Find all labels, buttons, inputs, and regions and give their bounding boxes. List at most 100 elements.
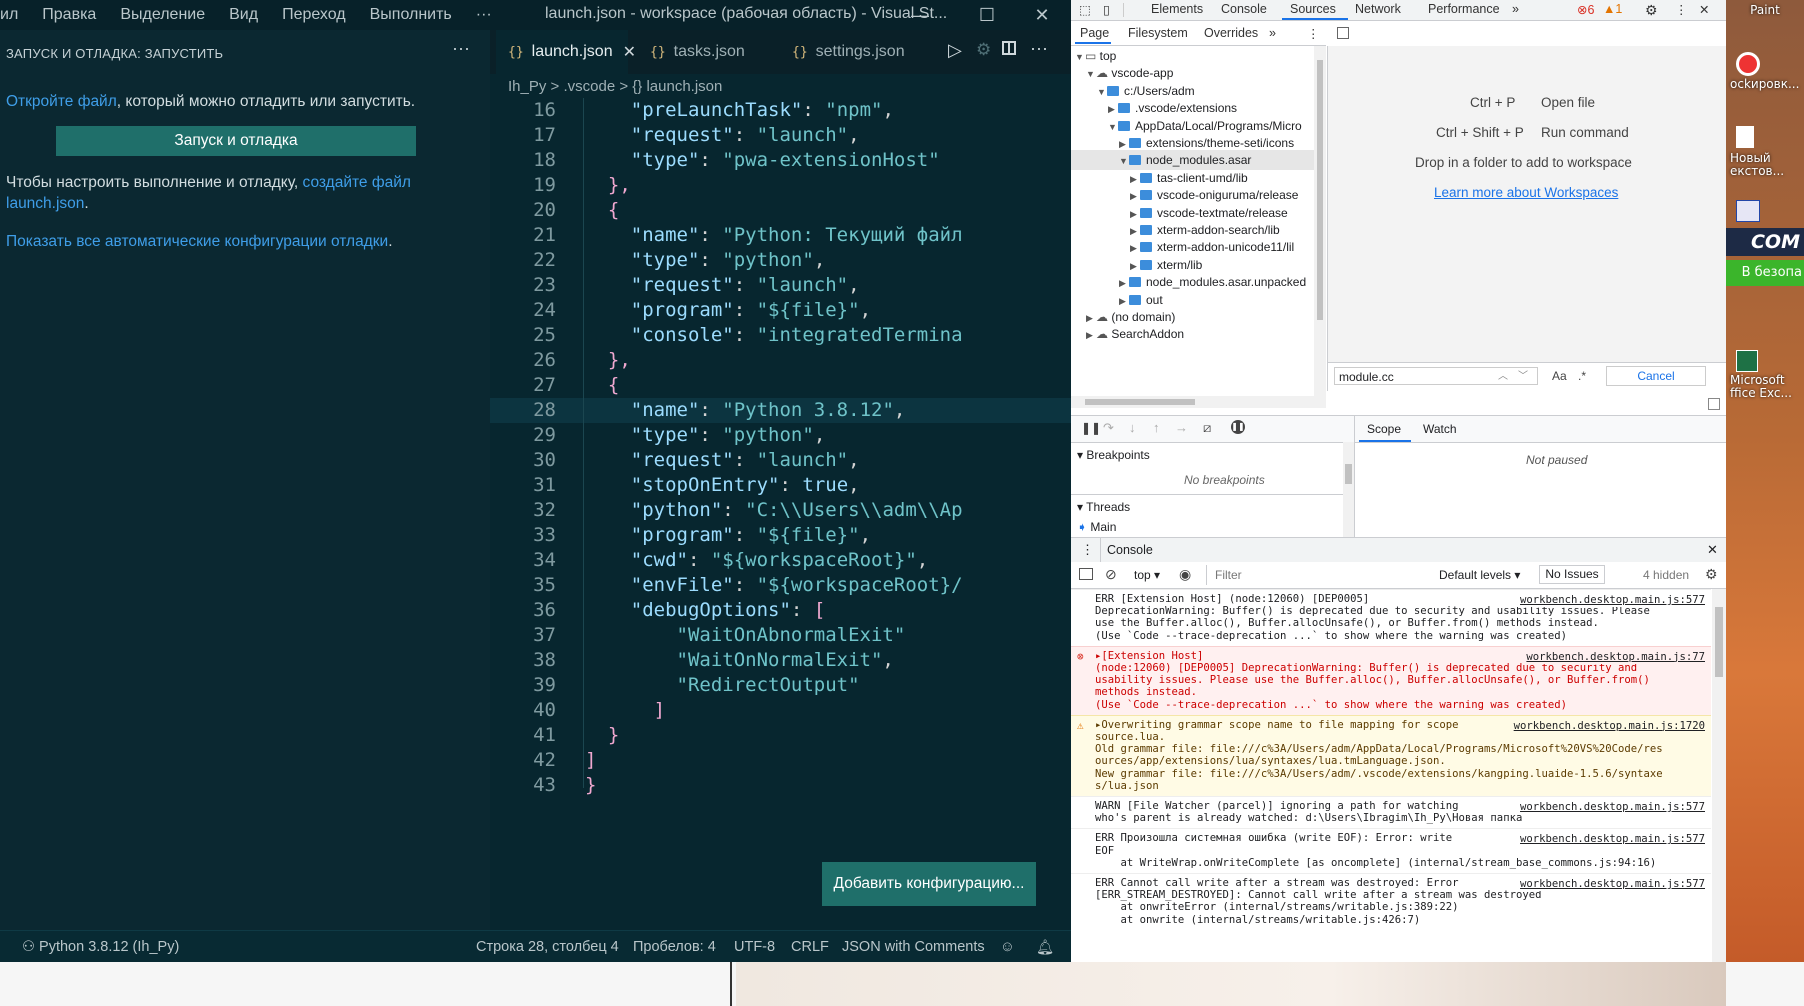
tree-h-scrollbar[interactable] — [1071, 396, 1326, 408]
tab-tasks-json[interactable]: {} tasks.json — [638, 30, 770, 74]
toggle-debugger-icon[interactable] — [1708, 398, 1720, 410]
code-line[interactable]: 30 "request": "launch", — [490, 448, 1071, 473]
caret-down-icon[interactable]: ▼ — [1097, 82, 1107, 102]
menu-view[interactable]: Вид — [229, 6, 258, 24]
code-line[interactable]: 42] — [490, 748, 1071, 773]
toggle-navigator-icon[interactable] — [1337, 27, 1349, 39]
console-log-message[interactable]: ERR [Extension Host] (node:12060) [DEP00… — [1071, 589, 1711, 646]
tab-sources[interactable]: Sources — [1290, 2, 1336, 16]
close-drawer-icon[interactable]: ✕ — [1707, 542, 1718, 558]
regex-toggle[interactable]: .* — [1578, 369, 1586, 383]
inspect-icon[interactable]: ⬚ — [1079, 2, 1091, 17]
chevron-down-icon[interactable]: ﹀ — [1518, 367, 1528, 382]
code-line[interactable]: 17 "request": "launch", — [490, 123, 1071, 148]
step-over-icon[interactable]: ↷ — [1103, 420, 1114, 436]
code-line[interactable]: 16 "preLaunchTask": "npm", — [490, 98, 1071, 123]
run-and-debug-button[interactable]: Запуск и отладка — [56, 126, 416, 156]
code-editor[interactable]: 16 "preLaunchTask": "npm", 17 "request": … — [490, 98, 1071, 798]
subtab-overrides[interactable]: Overrides — [1204, 26, 1258, 40]
open-file-link[interactable]: Откройте файл — [6, 93, 117, 110]
message-source-link[interactable]: workbench.desktop.main.js:577 — [1516, 832, 1705, 847]
more-tabs[interactable]: » — [1512, 2, 1519, 16]
desktop-icon-paint[interactable]: Paint — [1726, 4, 1804, 17]
thread-main[interactable]: ➧ Main — [1077, 520, 1116, 534]
desktop-banner-com[interactable]: COM — [1726, 228, 1804, 256]
context-select[interactable]: top ▾ — [1134, 568, 1160, 582]
console-log-message[interactable]: ERR Произошла системная ошибка (write EO… — [1071, 828, 1711, 873]
console-sidebar-icon[interactable] — [1079, 568, 1093, 580]
caret-down-icon[interactable]: ▼ — [1086, 64, 1096, 84]
feedback-icon[interactable]: ☺ — [1000, 939, 1015, 955]
encoding-status[interactable]: UTF-8 — [734, 939, 775, 955]
indentation-status[interactable]: Пробелов: 4 — [633, 939, 716, 955]
code-line[interactable]: 35 "envFile": "${workspaceRoot}/ — [490, 573, 1071, 598]
caret-right-icon[interactable]: ▶ — [1086, 325, 1096, 345]
code-line[interactable]: 43} — [490, 773, 1071, 798]
eol-status[interactable]: CRLF — [791, 939, 829, 955]
console-error-message[interactable]: ⊗ ▸[Extension Host] (node:12060) [DEP0005… — [1071, 645, 1711, 715]
code-line[interactable]: 31 "stopOnEntry": true, — [490, 473, 1071, 498]
match-case-toggle[interactable]: Aa — [1552, 369, 1567, 383]
clear-console-icon[interactable]: ⊘ — [1105, 566, 1117, 583]
tab-performance[interactable]: Performance — [1428, 2, 1500, 16]
menu-run[interactable]: Выполнить — [370, 6, 452, 24]
editor-more-icon[interactable]: ··· — [1030, 38, 1048, 59]
close-tab-icon[interactable]: ✕ — [623, 42, 636, 62]
code-line[interactable]: 40 ] — [490, 698, 1071, 723]
maximize-button[interactable]: ☐ — [962, 0, 1012, 30]
menu-more[interactable]: ··· — [476, 6, 492, 24]
drawer-menu-icon[interactable]: ⋮ — [1081, 542, 1094, 558]
caret-down-icon[interactable]: ▼ — [1075, 47, 1085, 67]
menu-file[interactable]: ил — [0, 6, 18, 24]
close-window-button[interactable]: ✕ — [1017, 0, 1067, 30]
code-line[interactable]: 29 "type": "python", — [490, 423, 1071, 448]
step-out-icon[interactable]: ↑ — [1153, 420, 1160, 435]
tab-scope[interactable]: Scope — [1367, 422, 1401, 436]
code-line[interactable]: 26 }, — [490, 348, 1071, 373]
step-icon[interactable]: → — [1175, 420, 1188, 435]
code-line[interactable]: 33 "program": "${file}", — [490, 523, 1071, 548]
more-subtabs[interactable]: » — [1269, 26, 1276, 40]
tab-settings-json[interactable]: {} settings.json — [780, 30, 940, 74]
pause-icon[interactable]: ❚❚ — [1081, 421, 1101, 435]
code-line[interactable]: 25 "console": "integratedTermina — [490, 323, 1071, 348]
subtab-page[interactable]: Page — [1080, 26, 1109, 40]
live-expression-eye-icon[interactable]: ◉ — [1179, 566, 1191, 583]
show-all-configs-link[interactable]: Показать все автоматические конфигурации… — [6, 233, 388, 250]
code-line[interactable]: 18 "type": "pwa-extensionHost" — [490, 148, 1071, 173]
desktop-icon-new-text[interactable]: Новый екстов... — [1730, 152, 1804, 178]
code-line[interactable]: 37 "WaitOnAbnormalExit" — [490, 623, 1071, 648]
console-scrollbar[interactable] — [1712, 589, 1726, 962]
debug-icon[interactable]: ⚙ — [976, 40, 991, 60]
desktop-banner-safe[interactable]: В безопа — [1726, 260, 1804, 286]
run-icon[interactable]: ▷ — [948, 40, 962, 61]
console-log-message[interactable]: WARN [File Watcher (parcel)] ignoring a … — [1071, 796, 1711, 828]
debugger-scrollbar[interactable] — [1343, 442, 1354, 537]
code-line[interactable]: 39 "RedirectOutput" — [490, 673, 1071, 698]
close-devtools-icon[interactable]: ✕ — [1699, 2, 1709, 17]
breadcrumb-file[interactable]: {} launch.json — [632, 78, 722, 95]
code-line[interactable]: 21 "name": "Python: Текущий файл — [490, 223, 1071, 248]
code-line[interactable]: 41 } — [490, 723, 1071, 748]
code-line[interactable]: 23 "request": "launch", — [490, 273, 1071, 298]
console-settings-icon[interactable]: ⚙ — [1705, 566, 1718, 583]
error-count-badge[interactable]: ⊗6 — [1577, 2, 1594, 17]
code-line[interactable]: 38 "WaitOnNormalExit", — [490, 648, 1071, 673]
breakpoints-header[interactable]: ▾ Breakpoints — [1077, 448, 1150, 462]
breadcrumb-subfolder[interactable]: .vscode — [563, 78, 615, 95]
message-source-link[interactable]: workbench.desktop.main.js:77 — [1522, 649, 1705, 664]
split-editor-icon[interactable] — [1002, 41, 1016, 55]
issues-button[interactable]: No Issues — [1539, 565, 1605, 584]
menu-go[interactable]: Переход — [282, 6, 346, 24]
menu-edit[interactable]: Правка — [42, 6, 96, 24]
desktop-icon-lock[interactable]: ockировк... — [1730, 78, 1804, 91]
message-source-link[interactable]: workbench.desktop.main.js:577 — [1516, 877, 1705, 891]
code-line[interactable]: 20 { — [490, 198, 1071, 223]
console-warning-message[interactable]: ⚠ ▸Overwriting grammar scope name to file… — [1071, 714, 1711, 796]
tab-console[interactable]: Console — [1221, 2, 1267, 16]
tab-network[interactable]: Network — [1355, 2, 1401, 16]
caret-down-icon[interactable]: ▼ — [1108, 117, 1118, 137]
code-line[interactable]: 28 "name": "Python 3.8.12", — [490, 398, 1071, 423]
console-log-message[interactable]: ERR Cannot call write after a stream was… — [1071, 873, 1711, 930]
log-levels-select[interactable]: Default levels ▾ — [1439, 568, 1520, 582]
